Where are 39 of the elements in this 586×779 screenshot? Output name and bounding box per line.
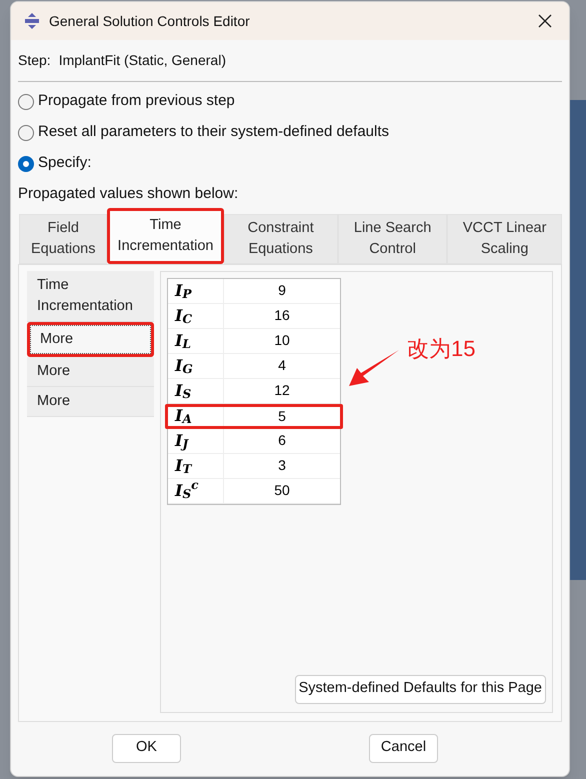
tab[interactable]: VCCT Linear Scaling — [447, 214, 562, 264]
radio-option[interactable]: Specify: — [18, 148, 562, 179]
annotation-text: 改为15 — [407, 334, 476, 362]
value-cell-text: 5 — [277, 406, 287, 426]
dialog-button[interactable]: OK — [112, 734, 181, 762]
parameter-cell: I$_{L}$ — [168, 328, 224, 352]
tab[interactable]: Field Equations — [19, 214, 108, 264]
radio-option[interactable]: Reset all parameters to their system-defined defaults — [18, 117, 562, 148]
window-title: General Solution Controls Editor — [49, 12, 251, 30]
parameter-cell: I$_{P}$ — [168, 278, 224, 302]
radio-option[interactable]: Propagate from previous step — [18, 86, 562, 117]
parameter-cell: I$_{J}$ — [168, 428, 224, 452]
value-cell-text: 3 — [277, 456, 287, 475]
value-cell-text: 16 — [273, 306, 291, 325]
close-icon — [538, 14, 552, 28]
step-value: ImplantFit (Static, General) — [58, 51, 226, 70]
parameter-cell: I$_{A}$ — [168, 406, 224, 426]
tab[interactable]: Time Incrementation — [107, 208, 224, 264]
app-icon — [23, 12, 41, 30]
step-label: Step: — [18, 51, 51, 70]
dialog-button[interactable]: Cancel — [369, 734, 438, 762]
parameter-cell: I$_{T}$ — [168, 454, 224, 478]
parameter-cell: I$_{S}$ — [168, 378, 224, 402]
sidebar-item[interactable]: Time Incrementation — [27, 270, 154, 322]
parameter-cell: I$_{G}$ — [168, 354, 224, 378]
value-cell-text: 10 — [273, 331, 291, 350]
value-cell-text: 6 — [277, 431, 287, 450]
propagated-note: Propagated values shown below: — [18, 184, 240, 204]
value-cell-text: 9 — [277, 281, 287, 300]
value-cell-text: 50 — [273, 481, 291, 500]
tab[interactable]: Constraint Equations — [224, 214, 338, 264]
value-cell-text: 4 — [277, 356, 287, 375]
tab[interactable]: Line Search Control — [338, 214, 448, 264]
value-cell-text: 12 — [273, 381, 291, 400]
sidebar-item[interactable]: More — [27, 322, 154, 356]
sidebar-item[interactable]: More — [27, 386, 154, 416]
defaults-button[interactable]: System-defined Defaults for this Page — [294, 674, 546, 704]
parameter-cell: I$_{C}$ — [168, 304, 224, 328]
sidebar-item[interactable]: More — [27, 356, 154, 386]
